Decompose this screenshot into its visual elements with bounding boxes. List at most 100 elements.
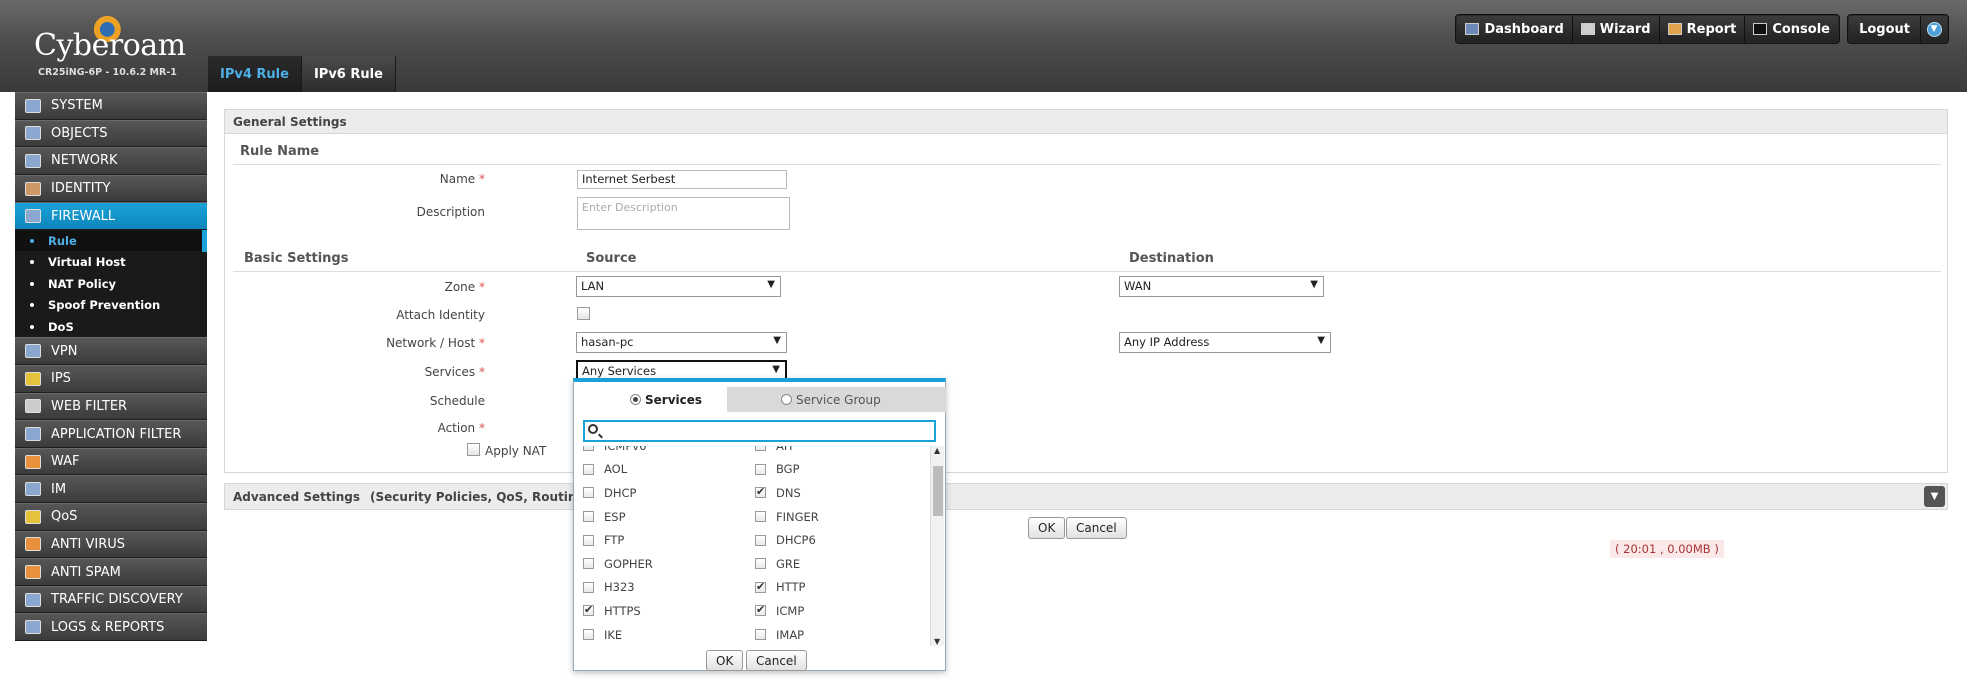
console-button[interactable]: Console (1745, 16, 1838, 42)
chevron-down-icon: ▼ (773, 335, 781, 346)
firewall-submenu: Rule Virtual Host NAT Policy Spoof Preve… (15, 229, 207, 338)
service-option[interactable]: FTP (574, 533, 746, 547)
checkbox-icon[interactable] (583, 511, 594, 523)
popup-ok-button[interactable]: OK (706, 650, 744, 671)
checkbox-icon[interactable] (583, 487, 594, 499)
service-option[interactable]: ICMPv6 (574, 446, 746, 453)
wizard-button[interactable]: Wizard (1572, 16, 1660, 42)
checkbox-icon[interactable] (755, 511, 766, 523)
service-option[interactable]: GRE (746, 557, 918, 571)
service-search-input[interactable] (583, 420, 936, 442)
source-network-select[interactable]: hasan-pc ▼ (576, 332, 787, 353)
service-list-scrollbar[interactable]: ▲ ▼ (930, 446, 944, 646)
checkbox-icon[interactable] (583, 446, 594, 452)
checkbox-icon[interactable] (755, 446, 766, 452)
sidebar-item-qos[interactable]: QoS (15, 503, 207, 531)
expand-toggle-button[interactable]: ▼ (1924, 486, 1945, 507)
traffic-icon (25, 592, 41, 607)
service-option[interactable]: IKE (574, 628, 746, 642)
report-icon (1667, 23, 1682, 35)
advanced-settings-bar[interactable]: Advanced Settings (Security Policies, Qo… (224, 483, 1948, 510)
service-option[interactable]: AH (746, 446, 918, 453)
cancel-button[interactable]: Cancel (1066, 517, 1127, 539)
popup-cancel-button[interactable]: Cancel (746, 650, 807, 671)
sidebar-item-application-filter[interactable]: APPLICATION FILTER (15, 420, 207, 448)
submenu-item-nat-policy[interactable]: NAT Policy (15, 273, 207, 295)
source-zone-select[interactable]: LAN ▼ (576, 276, 781, 297)
tab-ipv6-rule[interactable]: IPv6 Rule (301, 56, 396, 92)
checkbox-icon[interactable] (755, 534, 766, 546)
logs-icon (25, 620, 41, 635)
submenu-item-spoof-prevention[interactable]: Spoof Prevention (15, 294, 207, 316)
checkbox-checked-icon[interactable] (755, 485, 766, 499)
checkbox-icon[interactable] (583, 463, 594, 475)
tab-services[interactable]: Services (592, 387, 727, 412)
sidebar-item-anti-spam[interactable]: ANTI SPAM (15, 558, 207, 586)
scroll-up-icon: ▲ (934, 446, 941, 455)
sidebar-item-web-filter[interactable]: WEB FILTER (15, 392, 207, 421)
service-option[interactable]: DHCP6 (746, 533, 918, 547)
service-option[interactable]: H323 (574, 580, 746, 594)
checkbox-checked-icon[interactable] (755, 580, 766, 593)
service-option[interactable]: DHCP (574, 486, 746, 500)
checkbox-icon[interactable] (755, 558, 766, 570)
report-button[interactable]: Report (1659, 16, 1746, 42)
chat-icon (25, 482, 41, 497)
service-option[interactable]: HTTP (746, 580, 918, 594)
sidebar-item-logs-reports[interactable]: LOGS & REPORTS (15, 613, 207, 641)
description-field[interactable]: Enter Description (577, 197, 790, 230)
service-option-label: FTP (604, 533, 625, 548)
scroll-thumb[interactable] (933, 466, 943, 516)
apply-nat-checkbox[interactable] (467, 443, 480, 456)
tab-ipv4-rule[interactable]: IPv4 Rule (208, 56, 302, 92)
submenu-item-virtual-host[interactable]: Virtual Host (15, 251, 207, 273)
sidebar-item-firewall[interactable]: FIREWALL (15, 202, 207, 230)
destination-network-select[interactable]: Any IP Address ▼ (1119, 332, 1331, 353)
sidebar-item-label: VPN (51, 343, 78, 359)
attach-identity-checkbox[interactable] (577, 307, 590, 320)
ok-button[interactable]: OK (1028, 517, 1066, 539)
service-option[interactable]: GOPHER (574, 557, 746, 571)
logout-options-button[interactable]: ▼ (1921, 16, 1947, 42)
checkbox-icon[interactable] (583, 581, 594, 593)
service-row: AOL BGP (574, 458, 924, 482)
sidebar-item-traffic-discovery[interactable]: TRAFFIC DISCOVERY (15, 585, 207, 614)
service-option[interactable]: BGP (746, 462, 918, 476)
sidebar-item-network[interactable]: NETWORK (15, 147, 207, 175)
checkbox-icon[interactable] (583, 558, 594, 570)
service-option[interactable]: DNS (746, 485, 918, 500)
service-option[interactable]: ICMP (746, 603, 918, 618)
sidebar-item-waf[interactable]: WAF (15, 447, 207, 476)
sidebar-item-identity[interactable]: IDENTITY (15, 174, 207, 203)
service-option[interactable]: AOL (574, 462, 746, 476)
name-label: Name * (225, 172, 485, 186)
checkbox-checked-icon[interactable] (755, 603, 766, 617)
service-option[interactable]: FINGER (746, 510, 918, 524)
sidebar-item-im[interactable]: IM (15, 475, 207, 504)
checkbox-icon[interactable] (755, 629, 766, 641)
sidebar-item-objects[interactable]: OBJECTS (15, 119, 207, 148)
service-option[interactable]: HTTPS (574, 603, 746, 618)
name-field[interactable]: Internet Serbest (577, 170, 787, 189)
submenu-item-dos[interactable]: DoS (15, 316, 207, 338)
sidebar-item-ips[interactable]: IPS (15, 365, 207, 393)
sidebar-item-label: SYSTEM (51, 98, 103, 114)
checkbox-checked-icon[interactable] (583, 603, 594, 617)
dashboard-button[interactable]: Dashboard (1457, 16, 1573, 42)
logout-button[interactable]: Logout (1849, 16, 1921, 42)
destination-zone-select[interactable]: WAN ▼ (1119, 276, 1324, 297)
checkbox-icon[interactable] (755, 463, 766, 475)
chevron-down-icon: ▼ (1310, 279, 1318, 290)
sidebar-item-vpn[interactable]: VPN (15, 337, 207, 366)
sidebar-item-system[interactable]: SYSTEM (15, 92, 207, 120)
tab-service-group[interactable]: Service Group (727, 387, 946, 412)
sidebar-item-label: IDENTITY (51, 181, 111, 197)
sidebar-item-anti-virus[interactable]: ANTI VIRUS (15, 530, 207, 559)
checkbox-icon[interactable] (583, 629, 594, 641)
submenu-item-rule[interactable]: Rule (15, 229, 207, 252)
service-row: HTTPS ICMP (574, 599, 924, 623)
apply-nat-label: Apply NAT (485, 444, 547, 458)
checkbox-icon[interactable] (583, 534, 594, 546)
service-option[interactable]: ESP (574, 510, 746, 524)
service-option[interactable]: IMAP (746, 628, 918, 642)
